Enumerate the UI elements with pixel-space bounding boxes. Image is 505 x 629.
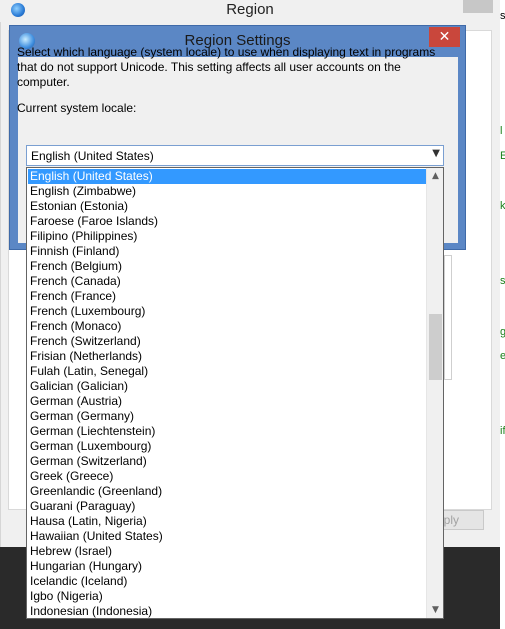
- right-edge-text: l: [500, 125, 503, 137]
- locale-list-item[interactable]: English (Zimbabwe): [28, 184, 426, 199]
- locale-list-item[interactable]: Greenlandic (Greenland): [28, 484, 426, 499]
- locale-list-item[interactable]: Estonian (Estonia): [28, 199, 426, 214]
- right-edge-text: e: [500, 350, 505, 362]
- locale-list-item[interactable]: German (Liechtenstein): [28, 424, 426, 439]
- locale-list-item[interactable]: French (Luxembourg): [28, 304, 426, 319]
- locale-list-items: English (United States) English (Zimbabwe…: [28, 169, 426, 619]
- locale-list-item[interactable]: French (Canada): [28, 274, 426, 289]
- locale-list-item[interactable]: German (Germany): [28, 409, 426, 424]
- locale-list-item[interactable]: French (Monaco): [28, 319, 426, 334]
- locale-list-item[interactable]: English (United States): [28, 169, 426, 184]
- locale-list-item[interactable]: German (Austria): [28, 394, 426, 409]
- locale-list-item[interactable]: Fulah (Latin, Senegal): [28, 364, 426, 379]
- current-locale-label: Current system locale:: [17, 101, 137, 115]
- locale-list-item[interactable]: Guarani (Paraguay): [28, 499, 426, 514]
- locale-list-item[interactable]: Finnish (Finland): [28, 244, 426, 259]
- locale-list-item[interactable]: German (Switzerland): [28, 454, 426, 469]
- locale-list-item[interactable]: Hawaiian (United States): [28, 529, 426, 544]
- locale-list-item[interactable]: Filipino (Philippines): [28, 229, 426, 244]
- right-edge-text: k: [500, 200, 505, 212]
- right-edge-text: g: [500, 326, 505, 338]
- scrollbar-thumb[interactable]: [429, 314, 442, 380]
- locale-list-item[interactable]: French (France): [28, 289, 426, 304]
- right-edge-text: E: [500, 150, 505, 162]
- locale-list-item[interactable]: Hebrew (Israel): [28, 544, 426, 559]
- locale-list-item[interactable]: Igbo (Nigeria): [28, 589, 426, 604]
- locale-list-item[interactable]: French (Belgium): [28, 259, 426, 274]
- combobox-value: English (United States): [31, 149, 154, 163]
- right-edge-text: s: [500, 10, 505, 22]
- locale-list-item[interactable]: Hausa (Latin, Nigeria): [28, 514, 426, 529]
- region-window-close-button[interactable]: [463, 0, 493, 13]
- right-edge-text: if: [500, 425, 505, 437]
- list-scrollbar[interactable]: ▲ ▼: [426, 168, 443, 618]
- right-edge-window: [500, 0, 505, 629]
- locale-list-item[interactable]: German (Luxembourg): [28, 439, 426, 454]
- locale-list-item[interactable]: French (Switzerland): [28, 334, 426, 349]
- region-window-titlebar: Region: [0, 0, 500, 22]
- scroll-down-arrow-icon[interactable]: ▼: [427, 602, 444, 618]
- locale-list-item[interactable]: Hungarian (Hungary): [28, 559, 426, 574]
- locale-list-item[interactable]: Greek (Greece): [28, 469, 426, 484]
- scroll-up-arrow-icon[interactable]: ▲: [427, 168, 444, 184]
- region-window-title: Region: [226, 1, 274, 18]
- locale-list-item[interactable]: Faroese (Faroe Islands): [28, 214, 426, 229]
- close-icon: ✕: [438, 29, 451, 45]
- right-edge-text: s: [500, 275, 505, 287]
- locale-dropdown-list[interactable]: English (United States) English (Zimbabwe…: [26, 167, 444, 619]
- system-locale-combobox[interactable]: English (United States) ▼: [26, 145, 444, 166]
- locale-list-item[interactable]: Frisian (Netherlands): [28, 349, 426, 364]
- locale-list-item[interactable]: Indonesian (Indonesia): [28, 604, 426, 619]
- locale-list-item[interactable]: Galician (Galician): [28, 379, 426, 394]
- region-window-inner-box: [444, 255, 452, 380]
- dialog-description: Select which language (system locale) to…: [17, 45, 436, 89]
- locale-list-item[interactable]: Icelandic (Iceland): [28, 574, 426, 589]
- chevron-down-icon: ▼: [432, 148, 440, 159]
- dialog-close-button[interactable]: ✕: [429, 27, 460, 47]
